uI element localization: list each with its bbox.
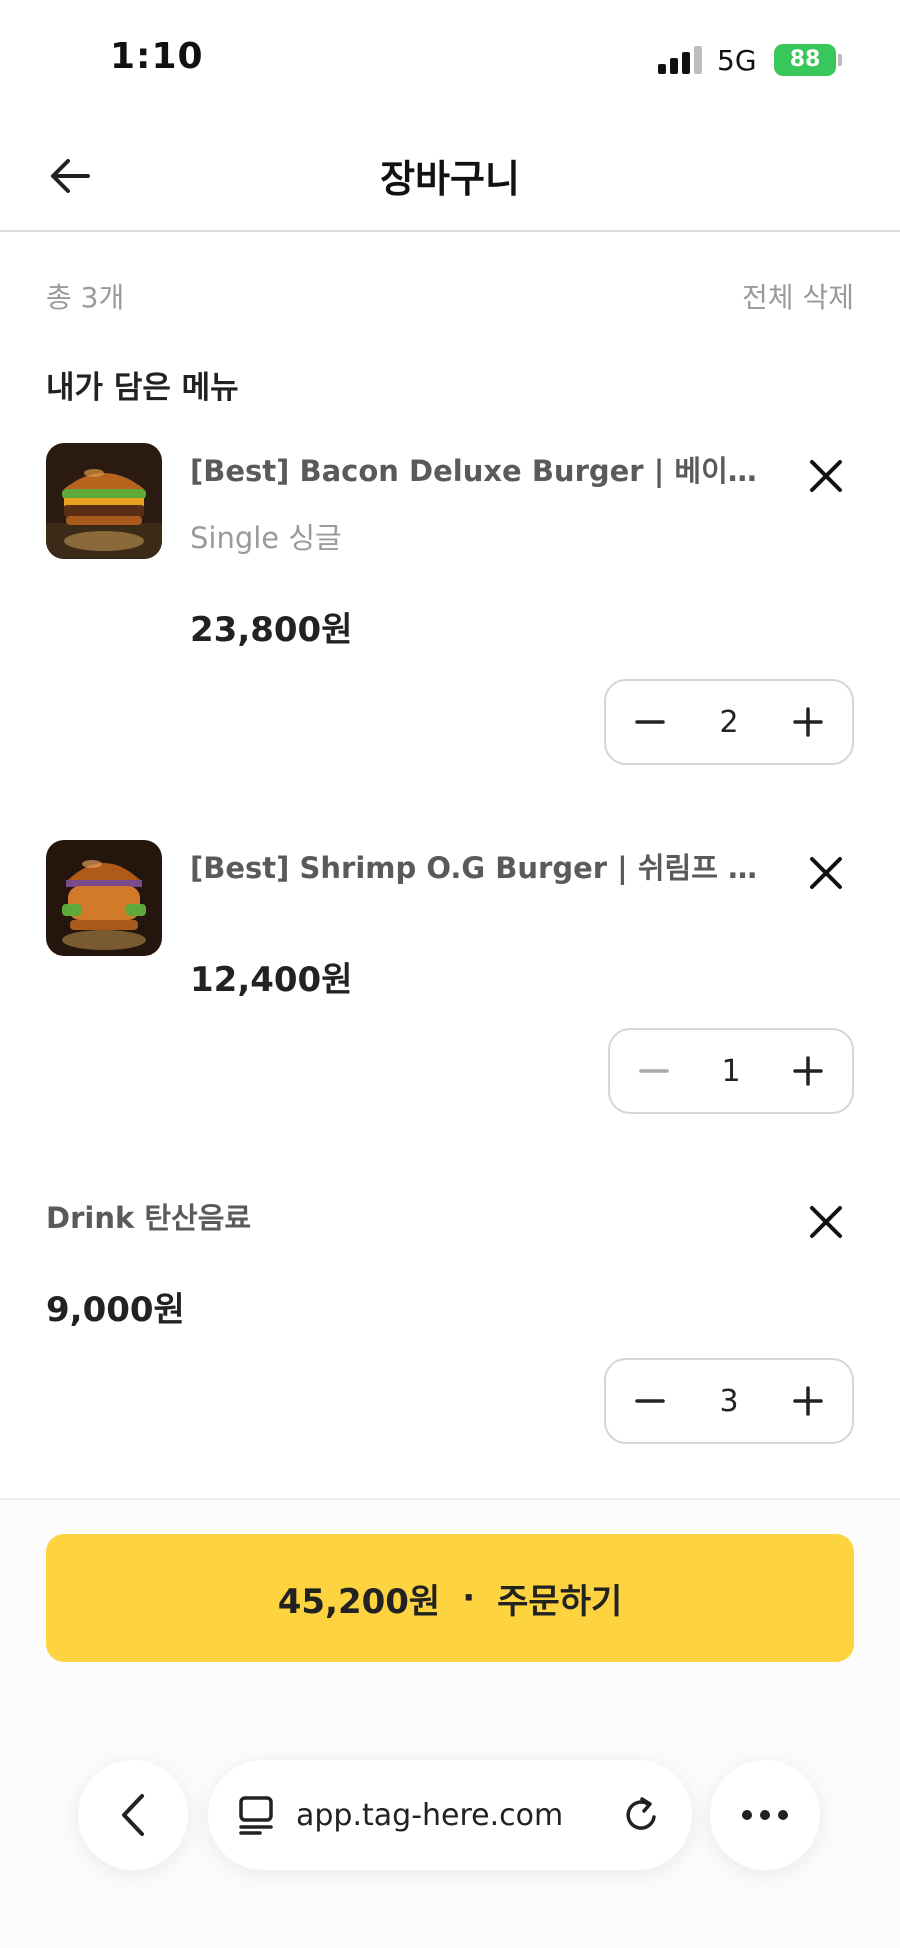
url-bar[interactable]: app.tag-here.com xyxy=(208,1760,692,1870)
item-name: Drink 탄산음료 xyxy=(46,1201,252,1235)
increase-button[interactable] xyxy=(786,700,830,744)
signal-icon xyxy=(658,46,704,74)
quantity-value: 2 xyxy=(719,704,739,740)
order-total: 45,200원 xyxy=(277,1581,441,1622)
order-separator: · xyxy=(462,1578,476,1618)
quantity-value: 1 xyxy=(721,1053,741,1089)
plus-icon xyxy=(793,1386,823,1416)
item-count: 총 3개 xyxy=(46,281,125,314)
url-text: app.tag-here.com xyxy=(296,1797,564,1833)
close-icon xyxy=(810,460,842,492)
order-button[interactable]: 45,200원 · 주문하기 xyxy=(46,1534,854,1662)
decrease-button[interactable] xyxy=(632,1049,676,1093)
remove-item-button[interactable] xyxy=(798,845,854,901)
quantity-stepper: 1 xyxy=(608,1028,854,1114)
status-time: 1:10 xyxy=(110,36,204,77)
close-icon xyxy=(810,1206,842,1238)
plus-icon xyxy=(793,1056,823,1086)
bacon-burger-image xyxy=(46,443,162,559)
network-label: 5G xyxy=(717,44,757,77)
reload-icon[interactable] xyxy=(622,1795,662,1835)
quantity-value: 3 xyxy=(719,1383,739,1419)
item-price: 9,000원 xyxy=(46,1290,185,1330)
delete-all-button[interactable]: 전체 삭제 xyxy=(742,276,854,316)
minus-icon xyxy=(635,1399,665,1403)
quantity-stepper: 2 xyxy=(604,679,854,765)
browser-back-button[interactable] xyxy=(78,1760,188,1870)
remove-item-button[interactable] xyxy=(798,448,854,504)
shrimp-burger-image xyxy=(46,840,162,956)
item-price: 23,800원 xyxy=(190,610,353,650)
increase-button[interactable] xyxy=(786,1379,830,1423)
remove-item-button[interactable] xyxy=(798,1194,854,1250)
status-bar: 1:10 5G 88 xyxy=(0,0,900,120)
decrease-button[interactable] xyxy=(628,1379,672,1423)
item-price: 12,400원 xyxy=(190,960,353,1000)
more-icon xyxy=(742,1810,788,1820)
more-button[interactable] xyxy=(710,1760,820,1870)
reader-icon[interactable] xyxy=(238,1795,274,1835)
plus-icon xyxy=(793,707,823,737)
page-title: 장바구니 xyxy=(380,157,520,201)
battery-icon: 88 xyxy=(774,44,842,76)
quantity-stepper: 3 xyxy=(604,1358,854,1444)
increase-button[interactable] xyxy=(786,1049,830,1093)
minus-icon xyxy=(635,720,665,724)
item-option: Single 싱글 xyxy=(190,521,342,555)
item-name: [Best] Shrimp O.G Burger | 쉬림프 O.G 버거 xyxy=(190,851,758,885)
close-icon xyxy=(810,857,842,889)
order-label: 주문하기 xyxy=(497,1581,623,1622)
header: 장바구니 xyxy=(0,120,900,232)
section-title: 내가 담은 메뉴 xyxy=(46,370,239,406)
item-name: [Best] Bacon Deluxe Burger | 베이컨 디럭스 버거 xyxy=(190,454,758,488)
decrease-button[interactable] xyxy=(628,700,672,744)
minus-icon xyxy=(639,1069,669,1073)
chevron-left-icon xyxy=(122,1794,144,1836)
